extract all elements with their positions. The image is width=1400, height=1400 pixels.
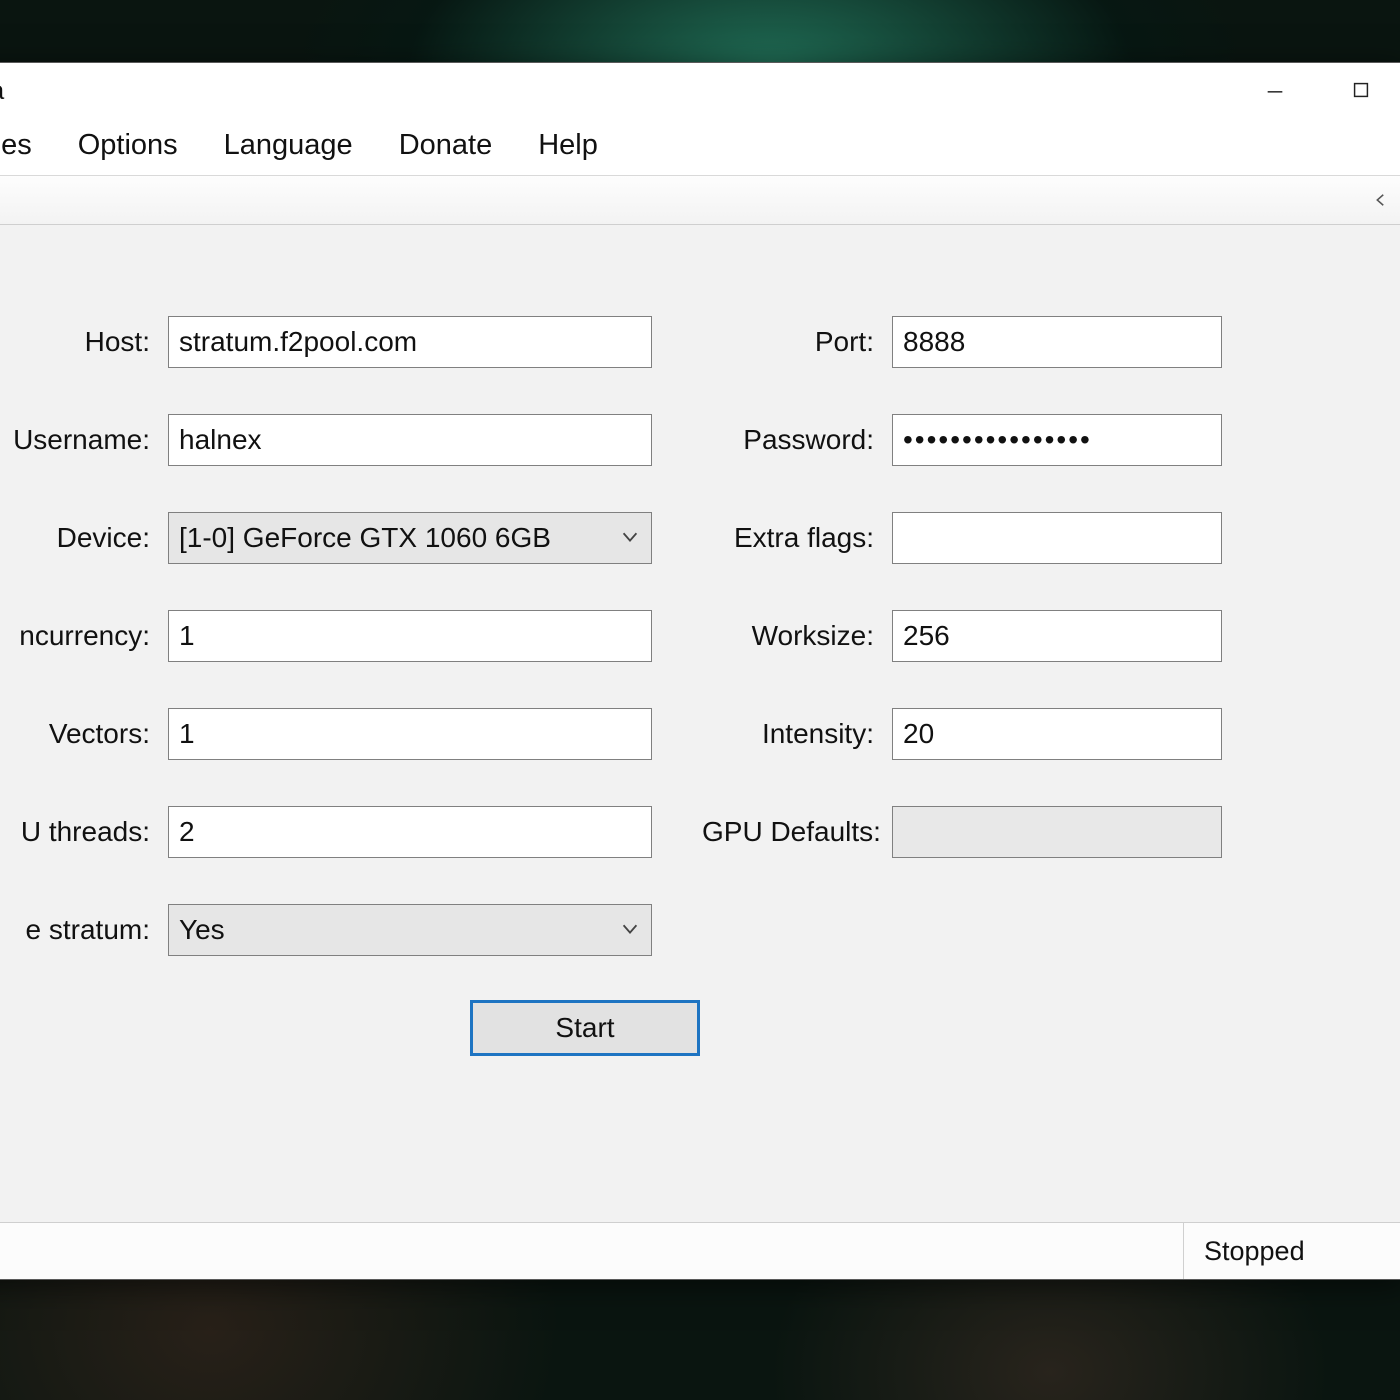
miner-group-label: r: cgminer — [0, 259, 1376, 290]
menu-item-options[interactable]: Options — [76, 125, 180, 166]
menu-item-help[interactable]: Help — [536, 125, 600, 166]
worksize-input[interactable] — [892, 610, 1222, 662]
form-area: r: cgminer Host: Port: Username: Passwor… — [0, 225, 1400, 1223]
toolbar — [0, 175, 1400, 225]
chevron-down-icon — [619, 914, 641, 946]
use-stratum-label: e stratum: — [0, 914, 168, 946]
vectors-label: Vectors: — [0, 718, 168, 750]
intensity-input[interactable] — [892, 708, 1222, 760]
use-stratum-value: Yes — [179, 914, 619, 946]
gpu-defaults-label: GPU Defaults: — [702, 816, 892, 848]
concurrency-input[interactable] — [168, 610, 652, 662]
minimize-button[interactable] — [1232, 63, 1318, 117]
device-label: Device: — [0, 522, 168, 554]
username-label: Username: — [0, 424, 168, 456]
intensity-label: Intensity: — [702, 718, 892, 750]
titlebar: iner-scrypt alpha — [0, 63, 1400, 117]
host-label: Host: — [0, 326, 168, 358]
gpu-threads-label: U threads: — [0, 816, 168, 848]
use-stratum-select[interactable]: Yes — [168, 904, 652, 956]
gpu-threads-input[interactable] — [168, 806, 652, 858]
window-controls — [1232, 63, 1400, 117]
status-spacer — [0, 1223, 1184, 1279]
device-select-value: [1-0] GeForce GTX 1060 6GB — [179, 522, 619, 554]
username-input[interactable] — [168, 414, 652, 466]
port-input[interactable] — [892, 316, 1222, 368]
window-title: iner-scrypt alpha — [0, 75, 4, 106]
device-select[interactable]: [1-0] GeForce GTX 1060 6GB — [168, 512, 652, 564]
password-input[interactable] — [892, 414, 1222, 466]
statusbar: ccepted Stopped — [0, 1223, 1400, 1279]
menubar: w Solo utilities Options Language Donate… — [0, 117, 1400, 175]
port-label: Port: — [702, 326, 892, 358]
worksize-label: Worksize: — [702, 620, 892, 652]
extra-flags-label: Extra flags: — [702, 522, 892, 554]
toolbar-overflow-icon[interactable] — [1364, 183, 1398, 217]
gpu-defaults-box[interactable] — [892, 806, 1222, 858]
status-state: Stopped — [1184, 1223, 1400, 1279]
concurrency-label: ncurrency: — [0, 620, 168, 652]
menu-item-donate[interactable]: Donate — [397, 125, 495, 166]
start-button[interactable]: Start — [470, 1000, 700, 1056]
chevron-down-icon — [619, 522, 641, 554]
menu-item-solo-utilities[interactable]: Solo utilities — [0, 125, 34, 166]
maximize-button[interactable] — [1318, 63, 1400, 117]
host-input[interactable] — [168, 316, 652, 368]
password-label: Password: — [702, 424, 892, 456]
menu-item-language[interactable]: Language — [222, 125, 355, 166]
app-window: iner-scrypt alpha w Solo utilities Optio… — [0, 62, 1400, 1280]
vectors-input[interactable] — [168, 708, 652, 760]
extra-flags-input[interactable] — [892, 512, 1222, 564]
